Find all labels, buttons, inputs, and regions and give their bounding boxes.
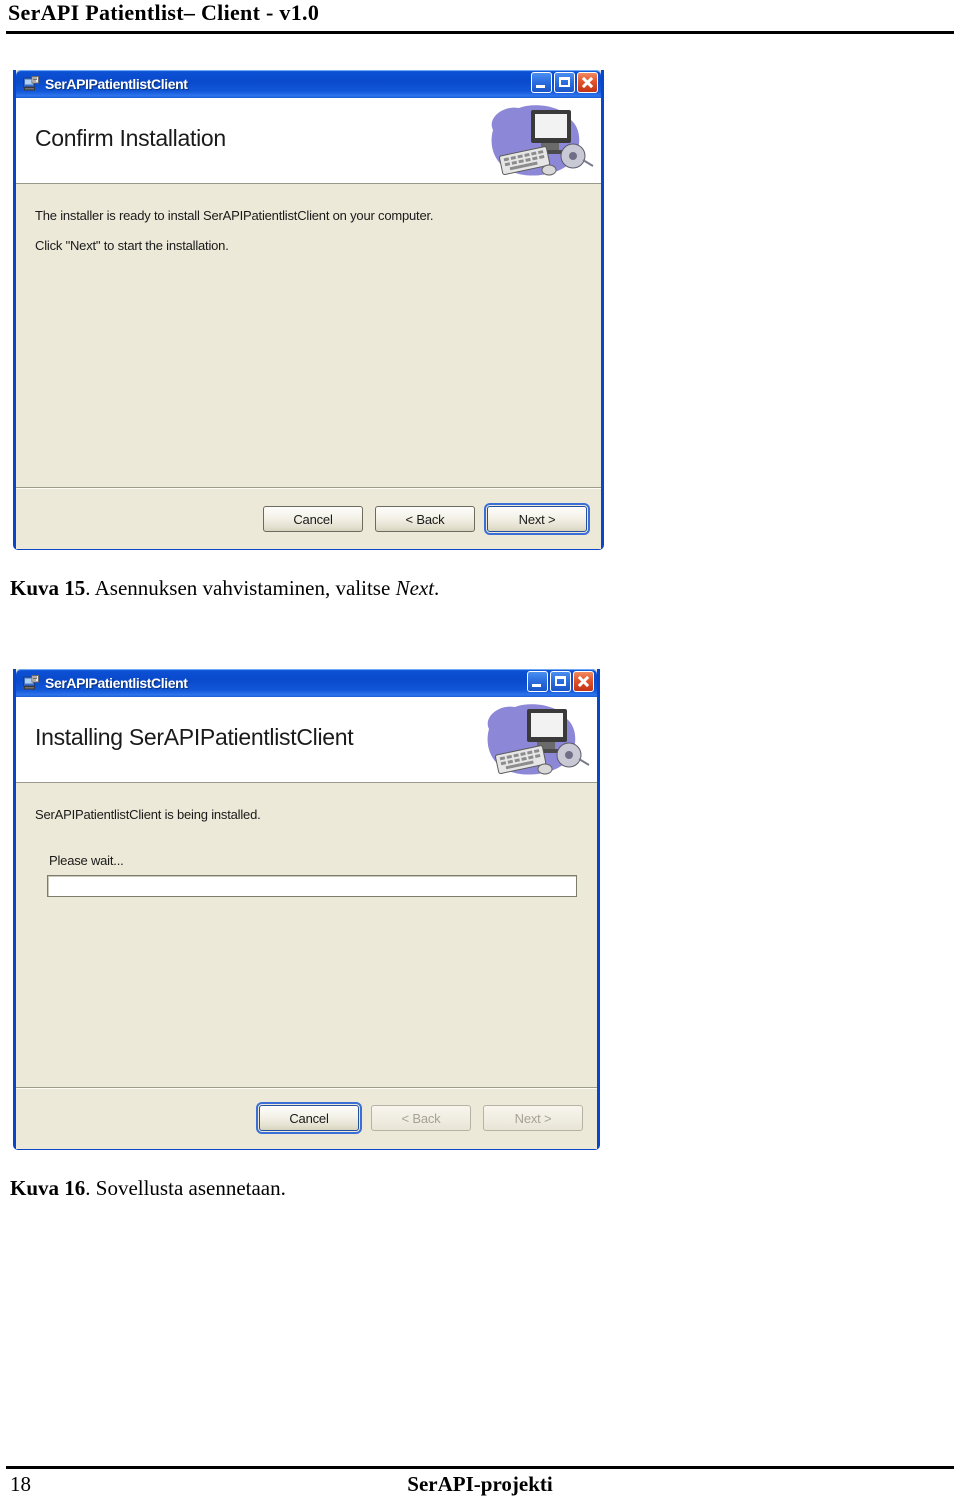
dialog-banner: Installing SerAPIPatientlistClient xyxy=(16,697,597,783)
caption-text: . Sovellusta asennetaan. xyxy=(85,1176,286,1200)
computer-keyboard-cd-clipart xyxy=(481,699,591,781)
dialog-button-row: Cancel < Back Next > xyxy=(256,1102,583,1134)
footer-project-name: SerAPI-projekti xyxy=(407,1472,553,1496)
body-line-1: SerAPIPatientlistClient is being install… xyxy=(35,807,261,822)
footer-separator xyxy=(16,1087,597,1089)
back-button[interactable]: < Back xyxy=(375,506,475,532)
window-title: SerAPIPatientlistClient xyxy=(45,76,188,92)
page-header-rule xyxy=(6,31,954,34)
installer-package-icon xyxy=(23,675,39,691)
page-header-title: SerAPI Patientlist– Client - v1.0 xyxy=(8,0,320,25)
caption-period: . xyxy=(434,576,440,600)
caption-label: Kuva 16 xyxy=(10,1176,86,1200)
maximize-icon[interactable] xyxy=(554,72,575,93)
body-line-1: The installer is ready to install SerAPI… xyxy=(35,208,434,223)
caption-label: Kuva 15 xyxy=(10,576,86,600)
footer-separator xyxy=(16,487,601,489)
close-icon[interactable] xyxy=(577,72,598,93)
caption-text: . Asennuksen vahvistaminen, valitse xyxy=(85,576,396,600)
next-button: Next > xyxy=(483,1105,583,1131)
close-icon[interactable] xyxy=(573,671,594,692)
banner-title: Installing SerAPIPatientlistClient xyxy=(35,724,354,750)
page-footer-rule xyxy=(6,1466,954,1469)
maximize-icon[interactable] xyxy=(550,671,571,692)
next-button[interactable]: Next > xyxy=(484,503,590,535)
window-controls xyxy=(531,72,598,93)
window-controls xyxy=(527,671,594,692)
minimize-icon[interactable] xyxy=(531,72,552,93)
install-progress-bar xyxy=(47,875,577,897)
dialog-button-row: Cancel < Back Next > xyxy=(263,503,590,535)
figure-caption-15: Kuva 15. Asennuksen vahvistaminen, valit… xyxy=(10,576,439,601)
progress-label: Please wait... xyxy=(49,853,124,868)
figure-caption-16: Kuva 16. Sovellusta asennetaan. xyxy=(10,1176,286,1201)
window-title: SerAPIPatientlistClient xyxy=(45,675,188,691)
banner-title: Confirm Installation xyxy=(35,125,226,151)
dialog-body: SerAPIPatientlistClient is being install… xyxy=(16,783,597,1149)
installer-package-icon xyxy=(23,76,39,92)
caption-emphasis: Next xyxy=(395,576,435,600)
dialog-banner: Confirm Installation xyxy=(16,98,601,184)
cancel-button[interactable]: Cancel xyxy=(263,506,363,532)
page-header: SerAPI Patientlist– Client - v1.0 xyxy=(0,0,960,36)
dialog-body: The installer is ready to install SerAPI… xyxy=(16,184,601,549)
body-line-2: Click "Next" to start the installation. xyxy=(35,238,229,253)
installer-dialog-installing: SerAPIPatientlistClient Installing SerAP… xyxy=(13,669,600,1150)
back-button: < Back xyxy=(371,1105,471,1131)
cancel-button[interactable]: Cancel xyxy=(256,1102,362,1134)
computer-keyboard-cd-clipart xyxy=(485,100,595,182)
minimize-icon[interactable] xyxy=(527,671,548,692)
title-bar[interactable]: SerAPIPatientlistClient xyxy=(16,669,597,697)
title-bar[interactable]: SerAPIPatientlistClient xyxy=(16,70,601,98)
installer-dialog-confirm: SerAPIPatientlistClient Confirm Installa… xyxy=(13,70,604,550)
